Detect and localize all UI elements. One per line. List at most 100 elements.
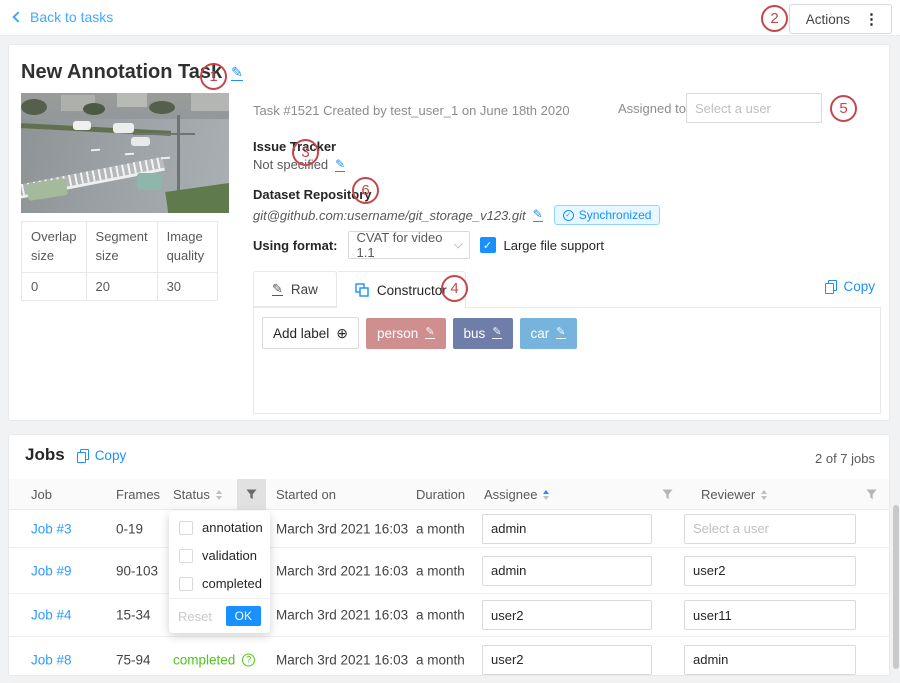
sort-icon-status[interactable]	[216, 490, 222, 500]
copy-icon	[825, 280, 837, 293]
back-to-tasks-link[interactable]: Back to tasks	[14, 9, 113, 25]
pencil-icon: ✎	[272, 282, 283, 296]
filter-reset-button[interactable]: Reset	[178, 609, 212, 624]
reviewer-input[interactable]	[684, 600, 856, 630]
sort-icon-reviewer[interactable]	[761, 490, 767, 500]
chevron-left-icon	[12, 11, 23, 22]
column-assignee[interactable]: Assignee	[484, 487, 549, 502]
frames-cell: 90-103	[116, 563, 158, 578]
copy-labels-label: Copy	[843, 279, 875, 294]
sort-icon-assignee[interactable]	[543, 490, 549, 500]
filter-status-button[interactable]	[237, 479, 266, 510]
started-cell: March 3rd 2021 16:03	[276, 652, 408, 667]
synchronized-badge[interactable]: ✓ Synchronized	[554, 205, 661, 225]
assignee-input[interactable]	[482, 556, 652, 586]
started-cell: March 3rd 2021 16:03	[276, 521, 408, 536]
param-value-quality: 30	[157, 272, 217, 300]
column-duration[interactable]: Duration	[416, 487, 465, 502]
param-value-segment: 20	[86, 272, 157, 300]
table-row: Job #4 15-34 March 3rd 2021 16:03 a mont…	[9, 594, 889, 637]
format-select[interactable]: CVAT for video 1.1	[348, 231, 470, 259]
table-row: Job #9 90-103 March 3rd 2021 16:03 a mon…	[9, 548, 889, 594]
assignee-input[interactable]	[482, 645, 652, 675]
assignee-select-input[interactable]	[686, 93, 822, 123]
column-frames[interactable]: Frames	[116, 487, 160, 502]
checkbox-icon[interactable]	[179, 521, 193, 535]
job-link[interactable]: Job #4	[31, 608, 72, 623]
callout-2: 2	[761, 5, 788, 32]
filter-ok-button[interactable]: OK	[226, 606, 261, 626]
edit-label-icon[interactable]: ✎	[556, 327, 565, 339]
job-link[interactable]: Job #8	[31, 652, 72, 667]
filter-option-completed-label: completed	[202, 576, 262, 591]
back-to-tasks-label: Back to tasks	[30, 9, 113, 25]
filter-option-annotation[interactable]: annotation	[179, 520, 260, 535]
task-title: New Annotation Task	[21, 61, 222, 84]
jobs-table-header: Job Frames Status Started on Duration As…	[9, 479, 889, 510]
edit-title-icon[interactable]: ✎	[231, 65, 243, 81]
filter-option-completed[interactable]: completed	[179, 576, 260, 591]
dataset-repository-row: git@github.com:username/git_storage_v123…	[253, 205, 660, 225]
assignee-input[interactable]	[482, 600, 652, 630]
question-circle-icon[interactable]: ?	[242, 653, 255, 666]
job-link[interactable]: Job #9	[31, 563, 72, 578]
callout-5: 5	[830, 95, 857, 122]
task-params-table: Overlap size Segment size Image quality …	[21, 221, 218, 301]
filter-assignee-button[interactable]	[653, 479, 682, 510]
repository-url[interactable]: git@github.com:username/git_storage_v123…	[253, 208, 526, 223]
filter-option-validation[interactable]: validation	[179, 548, 260, 563]
copy-labels-button[interactable]: Copy	[825, 279, 875, 294]
duration-cell: a month	[416, 521, 465, 536]
label-bus-name: bus	[464, 326, 486, 341]
using-format-label: Using format:	[253, 238, 338, 253]
checkbox-icon[interactable]	[179, 549, 193, 563]
funnel-icon	[246, 489, 257, 500]
add-label-text: Add label	[273, 326, 329, 341]
tab-constructor-label: Constructor	[377, 283, 447, 298]
job-link[interactable]: Job #3	[31, 521, 72, 536]
copy-jobs-label: Copy	[95, 448, 127, 463]
preview-building	[191, 93, 229, 111]
column-status[interactable]: Status	[173, 487, 222, 502]
column-job[interactable]: Job	[31, 487, 52, 502]
reviewer-input[interactable]	[684, 514, 856, 544]
reviewer-input[interactable]	[684, 556, 856, 586]
filter-reviewer-button[interactable]	[857, 479, 886, 510]
plus-circle-icon: ⊕	[336, 325, 348, 342]
more-vertical-icon[interactable]: ⋮	[864, 10, 879, 28]
large-file-support-option[interactable]: ✓ Large file support	[480, 237, 604, 253]
column-assignee-label: Assignee	[484, 487, 537, 502]
callout-4: 4	[441, 275, 468, 302]
status-filter-footer: Reset OK	[169, 598, 270, 633]
edit-label-icon[interactable]: ✎	[425, 327, 434, 339]
checkbox-icon[interactable]	[179, 577, 193, 591]
label-pill-car[interactable]: car ✎	[520, 318, 577, 349]
checked-checkbox-icon[interactable]: ✓	[480, 237, 496, 253]
column-reviewer-label: Reviewer	[701, 487, 755, 502]
label-pill-bus[interactable]: bus ✎	[453, 318, 513, 349]
page-scrollbar[interactable]	[893, 505, 899, 669]
frames-cell: 0-19	[116, 521, 143, 536]
duration-cell: a month	[416, 563, 465, 578]
column-reviewer[interactable]: Reviewer	[701, 487, 767, 502]
copy-jobs-button[interactable]: Copy	[77, 448, 127, 463]
edit-repository-icon[interactable]: ✎	[533, 208, 543, 222]
assignee-input[interactable]	[482, 514, 652, 544]
filter-option-validation-label: validation	[202, 548, 257, 563]
label-pill-person[interactable]: person ✎	[366, 318, 446, 349]
edit-label-icon[interactable]: ✎	[492, 327, 501, 339]
synchronized-label: Synchronized	[579, 208, 652, 222]
status-filter-dropdown: annotation validation completed Reset OK	[169, 511, 270, 633]
edit-issue-tracker-icon[interactable]: ✎	[335, 158, 345, 172]
jobs-title: Jobs	[25, 445, 65, 465]
large-file-support-label: Large file support	[504, 238, 604, 253]
add-label-button[interactable]: Add label ⊕	[262, 317, 359, 349]
actions-button[interactable]: Actions ⋮	[789, 4, 892, 34]
frames-cell: 75-94	[116, 652, 151, 667]
reviewer-input[interactable]	[684, 645, 856, 675]
actions-label: Actions	[806, 12, 850, 27]
duration-cell: a month	[416, 608, 465, 623]
filter-option-annotation-label: annotation	[202, 520, 263, 535]
column-started-on[interactable]: Started on	[276, 487, 336, 502]
tab-raw[interactable]: ✎ Raw	[253, 271, 337, 307]
